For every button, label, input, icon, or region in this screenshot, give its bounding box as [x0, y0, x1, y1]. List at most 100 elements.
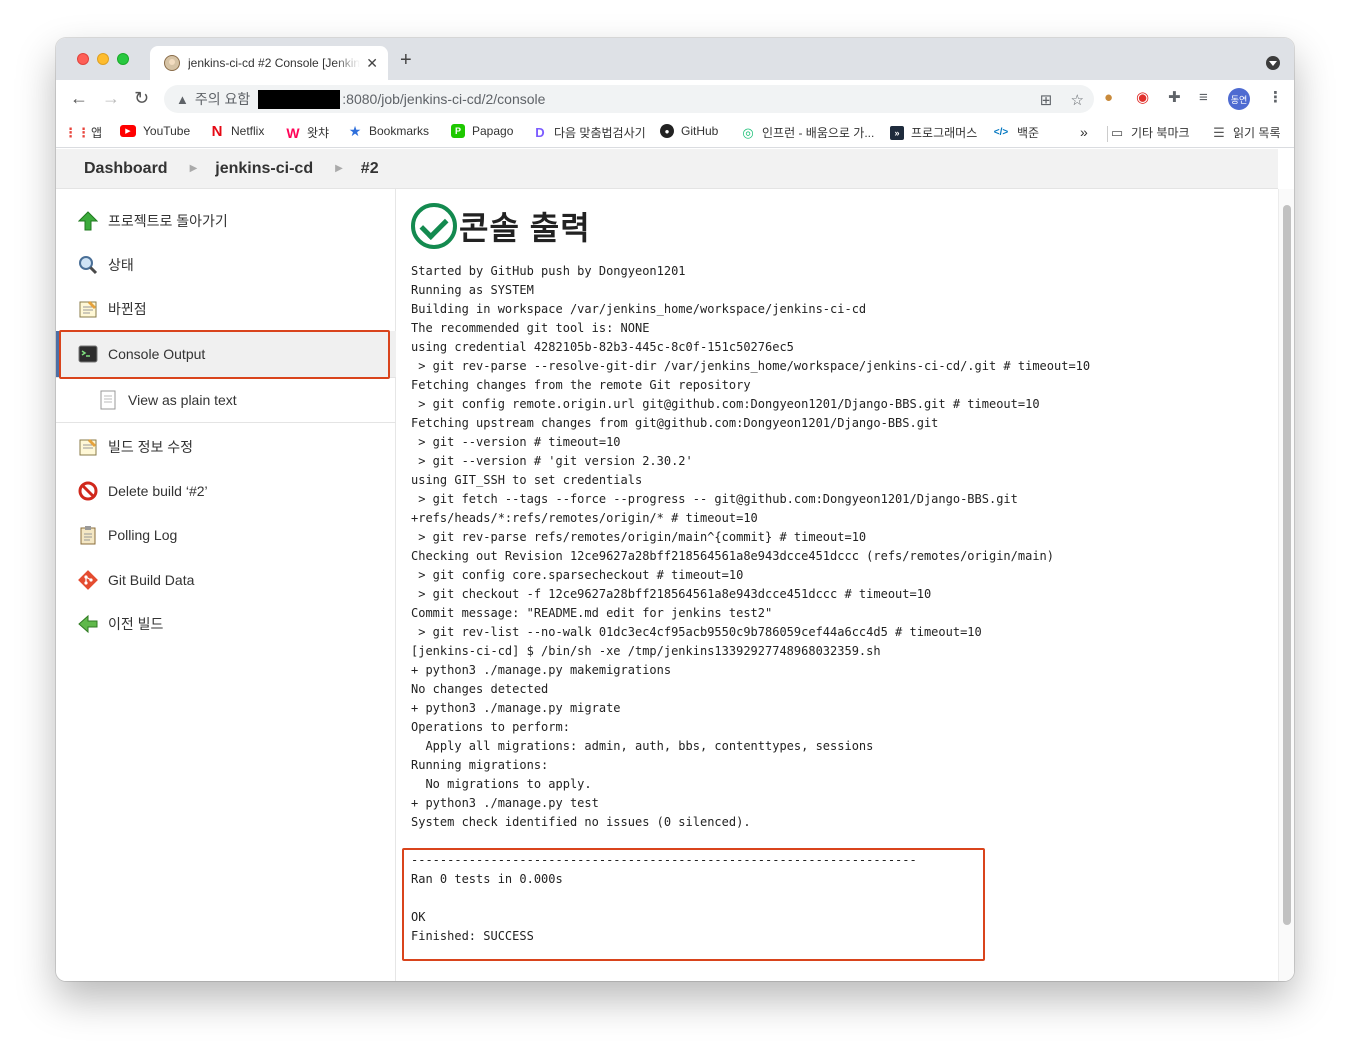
- console-line: No migrations to apply.: [411, 777, 592, 791]
- sidebar-item-plain-text[interactable]: View as plain text: [56, 378, 396, 422]
- console-line: > git --version # 'git version 2.30.2': [411, 454, 693, 468]
- console-line: > git rev-parse --resolve-git-dir /var/j…: [411, 359, 1091, 373]
- console-line: + python3 ./manage.py test: [411, 796, 599, 810]
- sidebar-item-delete-build[interactable]: Delete build ‘#2’: [56, 469, 396, 513]
- console-output-text: Started by GitHub push by Dongyeon1201 R…: [411, 262, 1090, 946]
- console-line: using credential 4282105b-82b3-445c-8c0f…: [411, 340, 794, 354]
- console-line: Building in workspace /var/jenkins_home/…: [411, 302, 867, 316]
- sidebar-item-back-to-project[interactable]: 프로젝트로 돌아가기: [56, 199, 396, 243]
- bookmark-star-icon[interactable]: ☆: [1071, 92, 1084, 109]
- media-queue-icon[interactable]: ≡: [1199, 89, 1208, 107]
- back-arrow-icon: [78, 614, 98, 634]
- apps-grid-icon: ⋮⋮: [64, 124, 90, 140]
- console-line: > git --version # timeout=10: [411, 435, 621, 449]
- tab-search-icon[interactable]: [1266, 56, 1280, 70]
- document-icon: [98, 390, 118, 410]
- bookmark-bookmarks[interactable]: ★ Bookmarks: [348, 123, 429, 139]
- profile-avatar[interactable]: 동연: [1228, 88, 1250, 110]
- reading-list-button[interactable]: ☰ 읽기 목록: [1212, 124, 1280, 141]
- translate-icon[interactable]: ⊞: [1040, 92, 1053, 109]
- sidebar-item-git-build-data[interactable]: Git Build Data: [56, 558, 396, 602]
- bookmarks-bar: ⋮⋮ 앱 ▶ YouTube N Netflix W 왓챠 ★ Bookmark…: [56, 118, 1294, 148]
- more-bookmarks-button[interactable]: »: [1080, 124, 1088, 140]
- extensions-puzzle-icon[interactable]: ✚: [1168, 89, 1181, 107]
- bookmark-programmers[interactable]: » 프로그래머스: [890, 124, 977, 141]
- breadcrumb: Dashboard ▶ jenkins-ci-cd ▶ #2: [56, 149, 1278, 189]
- clipboard-icon: [78, 525, 98, 545]
- scrollbar-thumb[interactable]: [1283, 205, 1291, 925]
- sidebar-item-label: 이전 빌드: [108, 616, 164, 632]
- sidebar-item-label: Git Build Data: [108, 572, 195, 588]
- tab-close-icon[interactable]: ✕: [366, 55, 378, 72]
- sidebar-divider: [56, 422, 396, 423]
- breadcrumb-separator-icon: ▶: [335, 163, 343, 174]
- console-line: Apply all migrations: admin, auth, bbs, …: [411, 739, 874, 753]
- console-line: > git config core.sparsecheckout # timeo…: [411, 568, 744, 582]
- bookmarks-divider: [1107, 126, 1108, 142]
- page-scrollbar[interactable]: [1278, 189, 1294, 981]
- breadcrumb-job[interactable]: jenkins-ci-cd: [215, 160, 313, 178]
- browser-tab-active[interactable]: jenkins-ci-cd #2 Console [Jenkins] ✕: [150, 46, 388, 80]
- url-text[interactable]: :8080/job/jenkins-ci-cd/2/console: [342, 91, 545, 107]
- reload-icon[interactable]: ↻: [134, 88, 149, 108]
- reading-list-icon: ☰: [1213, 124, 1225, 140]
- programmers-icon: »: [890, 125, 904, 140]
- browser-window: jenkins-ci-cd #2 Console [Jenkins] ✕ + ←…: [56, 38, 1294, 981]
- shield-extension-icon[interactable]: ◉: [1136, 89, 1149, 107]
- bookmark-daum-spellcheck[interactable]: D 다음 맞춤법검사기: [533, 124, 645, 141]
- breadcrumb-build[interactable]: #2: [361, 160, 379, 178]
- console-line: Checking out Revision 12ce9627a28bff2185…: [411, 549, 1054, 563]
- bookmark-papago[interactable]: P Papago: [451, 124, 513, 138]
- omnibox-actions: ⊞ ☆: [1040, 91, 1084, 109]
- console-line: No changes detected: [411, 682, 549, 696]
- bookmark-inflearn[interactable]: ◎ 인프런 - 배움으로 가...: [741, 124, 874, 141]
- maximize-window-button[interactable]: [117, 53, 129, 65]
- console-line: Fetching upstream changes from git@githu…: [411, 416, 939, 430]
- console-line: Fetching changes from the remote Git rep…: [411, 378, 751, 392]
- console-line: Running migrations:: [411, 758, 549, 772]
- bookmark-netflix[interactable]: N Netflix: [210, 122, 265, 140]
- sidebar-item-polling-log[interactable]: Polling Log: [56, 513, 396, 557]
- bookmark-baekjoon[interactable]: </> 백준: [992, 124, 1039, 141]
- sidebar-item-status[interactable]: 상태: [56, 243, 396, 287]
- baekjoon-icon: </>: [993, 127, 1009, 138]
- inflearn-icon: ◎: [742, 124, 754, 140]
- browser-toolbar: ← → ↻ ▲ 주의 요함 :8080/job/jenkins-ci-cd/2/…: [56, 80, 1294, 118]
- cookie-extension-icon[interactable]: ●: [1104, 89, 1113, 107]
- console-line: > git fetch --tags --force --progress --…: [411, 492, 1018, 506]
- security-warning-label[interactable]: 주의 요함: [195, 89, 250, 109]
- menu-kebab-icon[interactable]: ⋮: [1268, 89, 1283, 107]
- git-icon: [78, 570, 98, 590]
- netflix-icon: N: [211, 122, 223, 140]
- console-line: Running as SYSTEM: [411, 283, 534, 297]
- page-title: 콘솔 출력: [459, 210, 591, 246]
- console-main: 콘솔 출력 Started by GitHub push by Dongyeon…: [402, 189, 1271, 981]
- bookmark-apps[interactable]: ⋮⋮ 앱: [64, 124, 102, 141]
- bookmark-watcha[interactable]: W 왓챠: [286, 124, 329, 141]
- console-heading: 콘솔 출력: [411, 203, 591, 249]
- sidebar-item-label: Polling Log: [108, 527, 178, 543]
- sidebar-item-edit-build-info[interactable]: 빌드 정보 수정: [56, 425, 396, 469]
- sidebar-item-label: Delete build ‘#2’: [108, 483, 208, 499]
- sidebar-item-changes[interactable]: 바뀐점: [56, 287, 396, 331]
- breadcrumb-dashboard[interactable]: Dashboard: [84, 160, 168, 178]
- new-tab-button[interactable]: +: [400, 50, 412, 70]
- sidebar-item-previous-build[interactable]: 이전 빌드: [56, 602, 396, 646]
- console-line: using GIT_SSH to set credentials: [411, 473, 643, 487]
- address-bar[interactable]: ▲ 주의 요함 :8080/job/jenkins-ci-cd/2/consol…: [164, 85, 1094, 113]
- console-line: The recommended git tool is: NONE: [411, 321, 650, 335]
- no-entry-icon: [78, 481, 98, 501]
- annotation-highlight-test-result: [402, 848, 985, 961]
- close-window-button[interactable]: [77, 53, 89, 65]
- back-arrow-icon[interactable]: ←: [70, 88, 88, 108]
- console-line: System check identified no issues (0 sil…: [411, 815, 751, 829]
- bookmark-youtube[interactable]: ▶ YouTube: [120, 124, 190, 138]
- warning-triangle-icon[interactable]: ▲: [176, 92, 189, 107]
- bookmark-other-folder[interactable]: ▭ 기타 북마크: [1110, 124, 1190, 141]
- bookmark-github[interactable]: ● GitHub: [660, 124, 718, 138]
- forward-arrow-icon[interactable]: →: [102, 88, 120, 108]
- minimize-window-button[interactable]: [97, 53, 109, 65]
- console-line: [jenkins-ci-cd] $ /bin/sh -xe /tmp/jenki…: [411, 644, 881, 658]
- sidebar: 프로젝트로 돌아가기 상태 바뀐점 Console Output View as…: [56, 189, 396, 981]
- up-arrow-icon: [78, 211, 98, 231]
